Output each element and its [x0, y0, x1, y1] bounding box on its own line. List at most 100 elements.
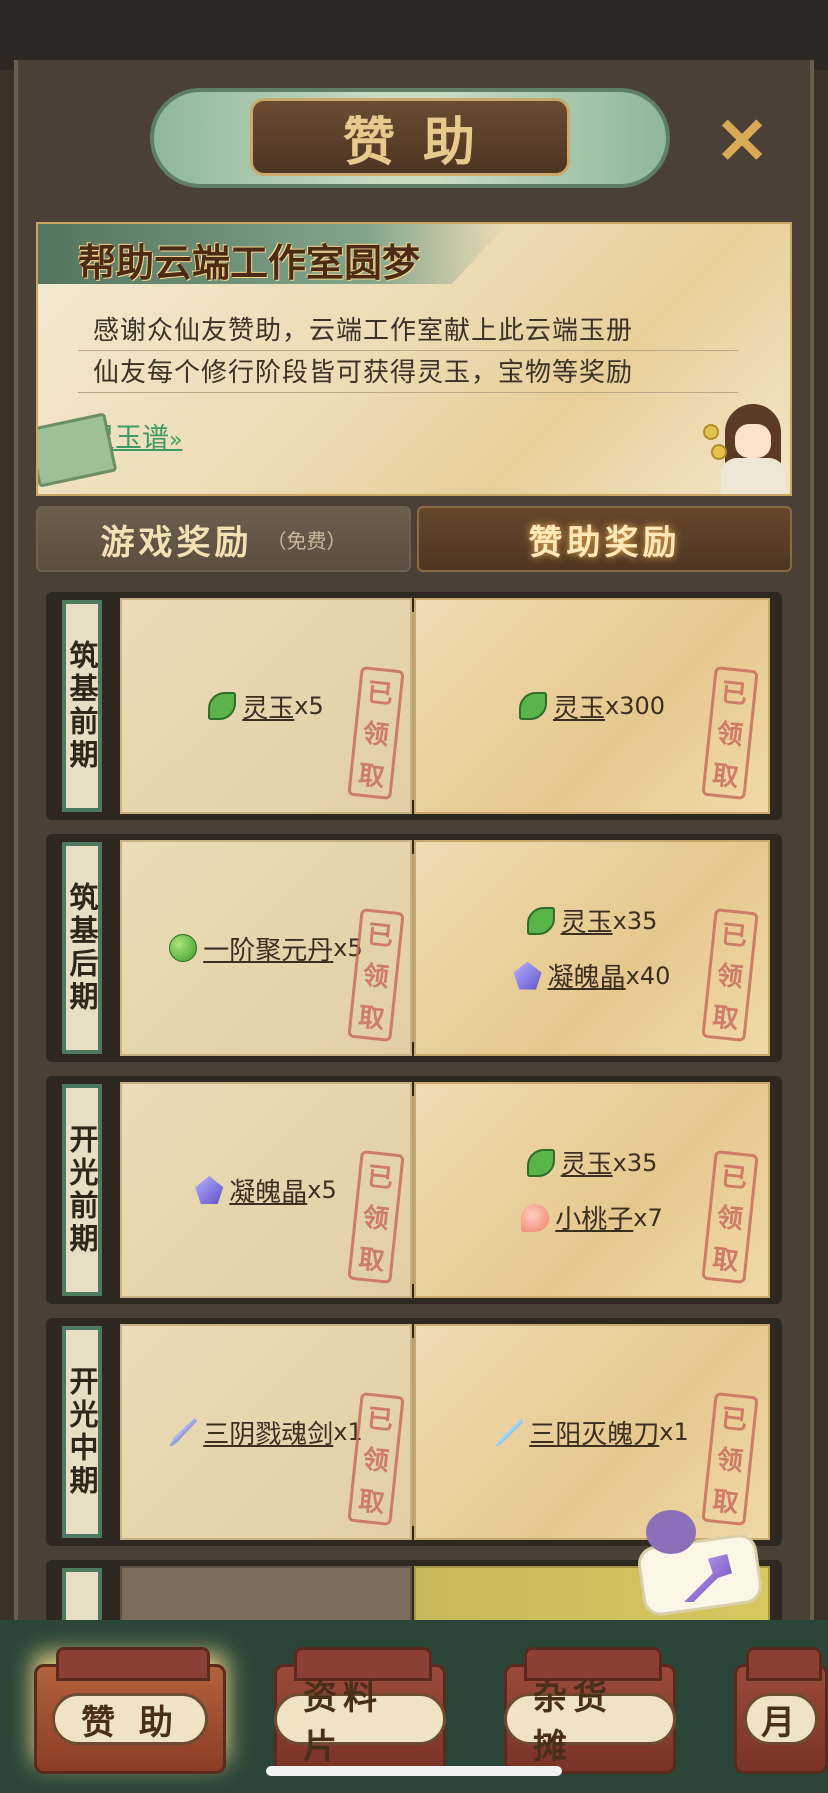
free-reward-cell[interactable]: 一阶聚元丹 x5 已领取 — [120, 840, 412, 1056]
blade-icon — [495, 1418, 524, 1446]
reward-item[interactable]: 凝魄晶 x5 — [195, 1172, 337, 1209]
claimed-stamp: 已领取 — [347, 1150, 405, 1284]
chevron-right-icon: » — [169, 428, 183, 453]
reward-name: 三阴戮魂剑 — [203, 1419, 334, 1450]
reward-name: 灵玉 — [560, 1150, 613, 1180]
nav-shop[interactable]: 杂货摊 — [504, 1647, 676, 1774]
claimed-stamp: 已领取 — [701, 666, 759, 800]
reward-item[interactable]: 一阶聚元丹 x5 — [169, 930, 363, 967]
floating-helper-button[interactable] — [635, 1510, 766, 1620]
reward-item[interactable]: 灵玉 x35 — [526, 902, 658, 939]
claimed-stamp: 已领取 — [347, 666, 405, 800]
free-reward-cell[interactable]: 灵玉 x5 已领取 — [120, 598, 412, 814]
reward-name: 灵玉 — [242, 693, 295, 724]
character-illustration — [703, 394, 790, 494]
reward-quantity: x5 — [294, 692, 324, 720]
nav-sponsor[interactable]: 赞 助 — [34, 1647, 226, 1774]
crystal-icon — [195, 1176, 224, 1204]
reward-quantity: x7 — [633, 1203, 663, 1232]
tab-sponsor-rewards-label: 赞助奖励 — [528, 522, 681, 563]
nav-label-plate: 资料片 — [274, 1678, 446, 1767]
reward-tabs: 游戏奖励 （免费） 赞助奖励 — [36, 506, 792, 576]
home-indicator[interactable] — [266, 1766, 562, 1776]
reward-quantity: x40 — [625, 961, 671, 990]
reward-row: 开光前期 凝魄晶 x5 已领取 灵玉 x35 小桃子 x7 已领取 — [46, 1076, 782, 1304]
pill-icon — [169, 934, 198, 962]
nav-label: 杂货摊 — [533, 1678, 613, 1767]
banner-divider — [78, 350, 738, 351]
stage-label: 开光中期 — [62, 1326, 102, 1538]
reward-quantity: x35 — [612, 1148, 658, 1177]
stage-label: 筑基后期 — [62, 842, 102, 1054]
reward-quantity: x1 — [659, 1418, 689, 1446]
nav-label-plate: 赞 助 — [52, 1693, 208, 1745]
jade-icon — [526, 1148, 555, 1177]
reward-name: 小桃子 — [555, 1205, 634, 1235]
peach-icon — [521, 1203, 550, 1232]
reward-item[interactable]: 三阴戮魂剑 x1 — [169, 1414, 363, 1451]
tab-game-rewards-label: 游戏奖励 — [100, 522, 253, 563]
nav-expansion[interactable]: 资料片 — [274, 1647, 446, 1774]
reward-quantity: x35 — [612, 906, 658, 935]
reward-name: 三阳灭魄刀 — [529, 1419, 660, 1450]
nav-monthly[interactable]: 月 — [734, 1647, 828, 1774]
reward-name: 灵玉 — [560, 908, 613, 938]
reward-row: 筑基前期 灵玉 x5 已领取 灵玉 x300 已领取 — [46, 592, 782, 820]
tab-free-note: （免费） — [266, 528, 347, 553]
reward-item[interactable]: 灵玉 x35 — [526, 1144, 658, 1181]
free-reward-cell[interactable]: 三阴戮魂剑 x1 已领取 — [120, 1324, 412, 1540]
claimed-stamp: 已领取 — [701, 1150, 759, 1284]
reward-item[interactable]: 灵玉 x300 — [518, 688, 666, 725]
nav-label: 资料片 — [303, 1678, 383, 1767]
reward-item[interactable]: 凝魄晶 x40 — [513, 957, 671, 994]
stage-text: 开光前期 — [65, 1124, 99, 1256]
coin-icon — [711, 444, 727, 460]
nav-label-plate: 月 — [744, 1693, 818, 1745]
claimed-stamp: 已领取 — [347, 908, 405, 1042]
sponsor-reward-cell[interactable]: 灵玉 x35 凝魄晶 x40 已领取 — [414, 840, 770, 1056]
tab-game-rewards[interactable]: 游戏奖励 （免费） — [36, 506, 411, 572]
reward-name: 灵玉 — [552, 693, 605, 724]
stage-label — [62, 1568, 102, 1620]
jade-icon — [208, 692, 237, 720]
reward-item[interactable]: 三阳灭魄刀 x1 — [495, 1414, 689, 1451]
stage-label: 筑基前期 — [62, 600, 102, 812]
banner-divider — [78, 392, 738, 393]
reward-item[interactable]: 小桃子 x7 — [521, 1199, 663, 1236]
reward-row: 筑基后期 一阶聚元丹 x5 已领取 灵玉 x35 凝魄晶 x40 已领取 — [46, 834, 782, 1062]
nav-label: 月 — [761, 1702, 801, 1743]
stage-text: 筑基后期 — [65, 882, 99, 1014]
reward-quantity: x300 — [605, 692, 666, 720]
claimed-stamp: 已领取 — [701, 1392, 759, 1526]
sponsor-reward-cell[interactable]: 三阳灭魄刀 x1 已领取 — [414, 1324, 770, 1540]
character-robe — [721, 458, 785, 494]
character-face — [735, 424, 771, 458]
stage-text: 筑基前期 — [65, 640, 99, 772]
nav-label: 赞 助 — [81, 1702, 179, 1743]
close-button[interactable]: ✕ — [706, 110, 778, 174]
sponsor-reward-cell[interactable]: 灵玉 x300 已领取 — [414, 598, 770, 814]
book-icon — [38, 412, 118, 488]
title-banner: 赞助 — [150, 78, 670, 198]
tab-sponsor-rewards[interactable]: 赞助奖励 — [417, 506, 792, 572]
stage-label: 开光前期 — [62, 1084, 102, 1296]
jade-icon — [518, 692, 547, 720]
title-plate: 赞助 — [250, 98, 570, 176]
banner-line-1: 感谢众仙友赞助，云端工作室献上此云端玉册 — [93, 316, 634, 346]
free-reward-cell[interactable]: 凝魄晶 x5 已领取 — [120, 1082, 412, 1298]
sponsor-reward-cell[interactable]: 灵玉 x35 小桃子 x7 已领取 — [414, 1082, 770, 1298]
sponsor-banner: 帮助云端工作室圆梦 感谢众仙友赞助，云端工作室献上此云端玉册 仙友每个修行阶段皆… — [36, 222, 792, 496]
character-avatar — [646, 1510, 696, 1554]
page-title: 赞助 — [342, 111, 503, 173]
reward-list: 筑基前期 灵玉 x5 已领取 灵玉 x300 已领取 筑基后期 一阶聚元丹 x5 已领… — [46, 592, 782, 1620]
claimed-stamp: 已领取 — [347, 1392, 405, 1526]
banner-line-2: 仙友每个修行阶段皆可获得灵玉，宝物等奖励 — [93, 358, 634, 388]
crystal-icon — [513, 961, 542, 990]
free-reward-cell[interactable] — [120, 1566, 412, 1620]
banner-title: 帮助云端工作室圆梦 — [78, 240, 421, 285]
sword-icon — [169, 1418, 198, 1446]
jade-icon — [526, 906, 555, 935]
reward-name: 凝魄晶 — [229, 1177, 308, 1208]
reward-quantity: x5 — [307, 1176, 337, 1204]
reward-item[interactable]: 灵玉 x5 — [208, 688, 324, 725]
